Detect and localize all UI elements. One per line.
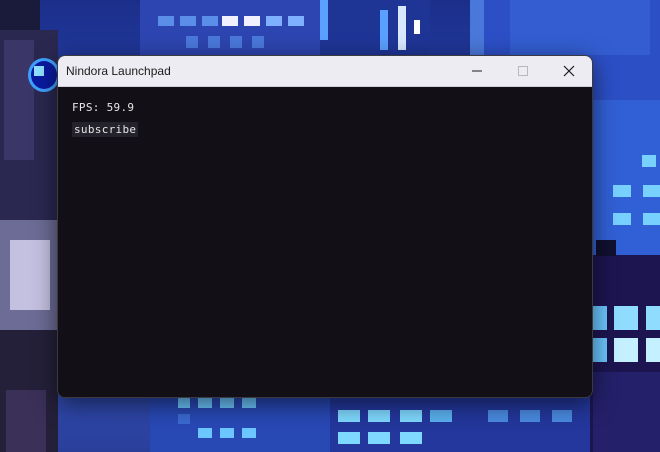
window-title: Nindora Launchpad (66, 64, 171, 78)
wallpaper-window-light (614, 306, 638, 330)
wallpaper-window-light (220, 398, 234, 408)
wallpaper-window-light (400, 432, 422, 444)
wallpaper-window-light (252, 36, 264, 48)
wallpaper-window-light (178, 414, 190, 424)
wallpaper-window-light (614, 338, 638, 362)
wallpaper-window-light (596, 240, 616, 256)
wallpaper-window-light (198, 428, 212, 438)
wallpaper-window-light (288, 16, 304, 26)
wallpaper-window-light (180, 16, 196, 26)
wallpaper-window-light (552, 410, 572, 422)
wallpaper-window-light (244, 16, 260, 26)
wallpaper-window-light (178, 398, 190, 408)
wallpaper-window-light (222, 16, 238, 26)
minimize-icon (472, 70, 482, 72)
wallpaper-window-light (266, 16, 282, 26)
wallpaper-window-light (220, 428, 234, 438)
wallpaper-window-light (593, 372, 660, 452)
wallpaper-window-light (646, 338, 660, 362)
wallpaper-window-light (613, 185, 631, 197)
wallpaper-window-light (230, 36, 242, 48)
wallpaper-window-light (400, 410, 422, 422)
subscribe-button[interactable]: subscribe (72, 122, 139, 137)
wallpaper-window-light (338, 410, 360, 422)
wallpaper-window-light (520, 410, 540, 422)
close-button[interactable] (546, 56, 592, 86)
wallpaper-window-light (642, 155, 656, 167)
wallpaper-window-light (202, 16, 218, 26)
wallpaper-window-light (643, 213, 660, 225)
wallpaper-window-light (158, 16, 174, 26)
wallpaper-window-light (338, 432, 360, 444)
wallpaper-window-light (320, 0, 328, 40)
close-icon (563, 65, 575, 77)
wallpaper-window-light (398, 6, 406, 50)
wallpaper-window-light (368, 432, 390, 444)
wallpaper-window-light (643, 185, 660, 197)
fps-counter: FPS: 59.9 (72, 101, 135, 114)
app-content: FPS: 59.9 subscribe (58, 87, 592, 397)
wallpaper-window-light (593, 306, 607, 330)
minimize-button[interactable] (454, 56, 500, 86)
wallpaper-window-light (186, 36, 198, 48)
wallpaper-window-light (593, 338, 607, 362)
wallpaper-window-light (208, 36, 220, 48)
wallpaper-window-light (198, 398, 212, 408)
wallpaper-window-light (613, 213, 631, 225)
wallpaper-window-light (414, 20, 420, 34)
app-window: Nindora Launchpad FPS: 59.9 subscribe (57, 55, 593, 398)
wallpaper-window-light (242, 398, 256, 408)
wallpaper-window-light (510, 0, 650, 55)
wallpaper-window-light (242, 428, 256, 438)
wallpaper-window-light (488, 410, 508, 422)
wallpaper-window-light (368, 410, 390, 422)
wallpaper-building (590, 100, 660, 260)
wallpaper-window-light (470, 0, 484, 55)
maximize-icon (518, 66, 528, 76)
maximize-button[interactable] (500, 56, 546, 86)
wallpaper-window-light (430, 410, 452, 422)
wallpaper-character (0, 0, 60, 452)
title-bar[interactable]: Nindora Launchpad (58, 56, 592, 87)
wallpaper-window-light (646, 306, 660, 330)
wallpaper-window-light (380, 10, 388, 50)
